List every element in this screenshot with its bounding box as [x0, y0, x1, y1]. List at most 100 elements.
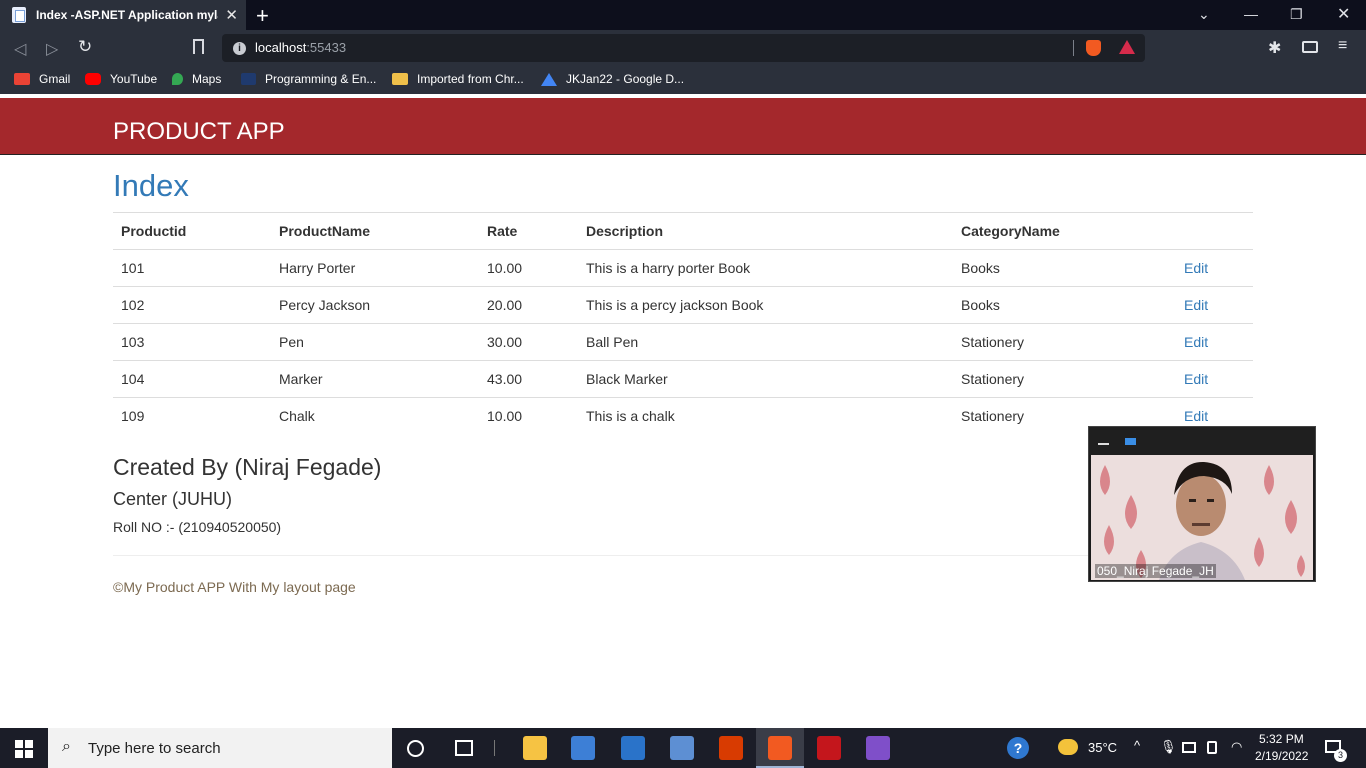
video-call-window[interactable]: 050_Niraj Fegade_JH: [1088, 426, 1316, 582]
page-title: Index: [113, 168, 189, 203]
cell-productname: Pen: [271, 323, 479, 361]
column-header: Rate: [479, 212, 578, 250]
column-header: ProductName: [271, 212, 479, 250]
new-tab-icon[interactable]: +: [256, 3, 269, 29]
cell-description: Ball Pen: [578, 323, 953, 361]
brave-browser-icon[interactable]: [768, 736, 792, 760]
clock-date[interactable]: 2/19/2022: [1255, 749, 1308, 763]
brave-shields-icon[interactable]: [1086, 40, 1101, 56]
cell-description: Black Marker: [578, 360, 953, 398]
products-table: Productid ProductName Rate Description C…: [113, 212, 1253, 435]
column-header: CategoryName: [953, 212, 1176, 250]
search-icon: ⌕: [62, 738, 71, 755]
cortana-icon[interactable]: [407, 740, 424, 757]
battery-icon[interactable]: [1182, 742, 1196, 753]
bookmark-youtube[interactable]: YouTube: [85, 72, 157, 86]
taskbar-divider: [494, 740, 495, 756]
mail-icon[interactable]: [621, 736, 645, 760]
folder-icon: [392, 73, 408, 85]
tab-bar: Index -ASP.NET Application mylayout ✕ + …: [0, 0, 1366, 30]
wallet-icon[interactable]: [1302, 41, 1318, 53]
site-info-icon[interactable]: i: [233, 42, 246, 55]
brave-rewards-icon[interactable]: [1119, 40, 1135, 54]
webcam-feed: 050_Niraj Fegade_JH: [1091, 455, 1313, 580]
bookmark-imported-folder[interactable]: Imported from Chr...: [392, 72, 524, 86]
cell-productid: 101: [113, 249, 271, 287]
webcam-image: [1091, 455, 1313, 580]
reload-icon[interactable]: ↻: [78, 37, 92, 57]
gmail-icon: [14, 73, 30, 85]
edit-link[interactable]: Edit: [1184, 408, 1208, 424]
cell-rate: 43.00: [479, 360, 578, 398]
close-tab-icon[interactable]: ✕: [225, 6, 238, 24]
edit-link[interactable]: Edit: [1184, 297, 1208, 313]
footer-divider: [113, 555, 1253, 556]
center-heading: Center (JUHU): [113, 489, 233, 509]
cell-productname: Chalk: [271, 397, 479, 435]
microsoft-store-icon[interactable]: [571, 736, 595, 760]
device-icon[interactable]: [1207, 741, 1217, 754]
back-icon[interactable]: ◁: [14, 39, 26, 59]
participant-name: 050_Niraj Fegade_JH: [1095, 564, 1216, 578]
expand-video-icon[interactable]: [1125, 438, 1136, 445]
file-explorer-icon[interactable]: [523, 736, 547, 760]
cell-rate: 10.00: [479, 397, 578, 435]
show-hidden-icons-icon[interactable]: ^: [1134, 738, 1140, 753]
taskbar-search-box[interactable]: ⌕ Type here to search: [48, 728, 392, 768]
bookmark-maps[interactable]: Maps: [172, 72, 221, 86]
menu-icon[interactable]: ≡: [1338, 37, 1347, 55]
table-row: 109 Chalk 10.00 This is a chalk Statione…: [113, 397, 1253, 435]
minimize-video-icon[interactable]: [1098, 443, 1109, 445]
cell-productid: 102: [113, 286, 271, 324]
close-window-icon[interactable]: ✕: [1337, 4, 1350, 24]
roll-number-text: Roll NO :- (210940520050): [113, 519, 282, 535]
extensions-icon[interactable]: ✱: [1268, 38, 1281, 58]
minimize-icon[interactable]: —: [1244, 6, 1258, 22]
edit-link[interactable]: Edit: [1184, 371, 1208, 387]
site-icon: [241, 73, 256, 85]
tab-title: Index -ASP.NET Application mylayout: [36, 8, 218, 22]
cell-rate: 10.00: [479, 249, 578, 287]
restore-icon[interactable]: ❐: [1290, 6, 1303, 23]
maps-icon: [172, 73, 183, 85]
cell-description: This is a chalk: [578, 397, 953, 435]
network-app-icon[interactable]: [670, 736, 694, 760]
task-view-icon[interactable]: [455, 740, 473, 756]
microphone-icon[interactable]: 🎙: [1160, 739, 1177, 755]
cell-productid: 104: [113, 360, 271, 398]
cell-productname: Percy Jackson: [271, 286, 479, 324]
cell-categoryname: Books: [953, 249, 1176, 287]
edit-link[interactable]: Edit: [1184, 260, 1208, 276]
cell-productid: 109: [113, 397, 271, 435]
app-brand-link[interactable]: PRODUCT APP: [113, 118, 285, 146]
table-row: 102 Percy Jackson 20.00 This is a percy …: [113, 286, 1253, 324]
tab-search-icon[interactable]: ⌄: [1198, 6, 1210, 23]
web-page: PRODUCT APP Index Productid ProductName …: [0, 98, 1366, 728]
address-bar[interactable]: i localhost:55433: [222, 34, 1145, 62]
wifi-icon[interactable]: ◠: [1231, 739, 1242, 755]
visual-studio-icon[interactable]: [866, 736, 890, 760]
table-header-row: Productid ProductName Rate Description C…: [113, 212, 1253, 250]
bookmark-programming[interactable]: Programming & En...: [241, 72, 376, 86]
edit-link[interactable]: Edit: [1184, 334, 1208, 350]
bookmark-icon[interactable]: [193, 39, 204, 54]
weather-icon[interactable]: [1058, 739, 1078, 755]
help-icon[interactable]: ?: [1007, 737, 1029, 759]
table-row: 104 Marker 43.00 Black Marker Stationery…: [113, 360, 1253, 398]
temperature-text[interactable]: 35°C: [1088, 740, 1117, 755]
acrobat-icon[interactable]: [817, 736, 841, 760]
bookmark-google-drive[interactable]: JKJan22 - Google D...: [541, 72, 684, 86]
cell-categoryname: Stationery: [953, 360, 1176, 398]
clock-time[interactable]: 5:32 PM: [1259, 732, 1304, 746]
search-placeholder: Type here to search: [88, 740, 221, 757]
browser-toolbar: ◁ ▷ ↻ i localhost:55433 ✱ ≡: [0, 30, 1366, 66]
bookmark-gmail[interactable]: Gmail: [14, 72, 70, 86]
table-row: 103 Pen 30.00 Ball Pen Stationery Edit: [113, 323, 1253, 361]
forward-icon[interactable]: ▷: [46, 39, 58, 59]
browser-tab[interactable]: Index -ASP.NET Application mylayout ✕: [0, 0, 246, 30]
windows-start-icon[interactable]: [15, 740, 33, 758]
video-title-bar[interactable]: [1089, 427, 1315, 455]
table-row: 101 Harry Porter 10.00 This is a harry p…: [113, 249, 1253, 287]
column-header: Description: [578, 212, 953, 250]
office-icon[interactable]: [719, 736, 743, 760]
